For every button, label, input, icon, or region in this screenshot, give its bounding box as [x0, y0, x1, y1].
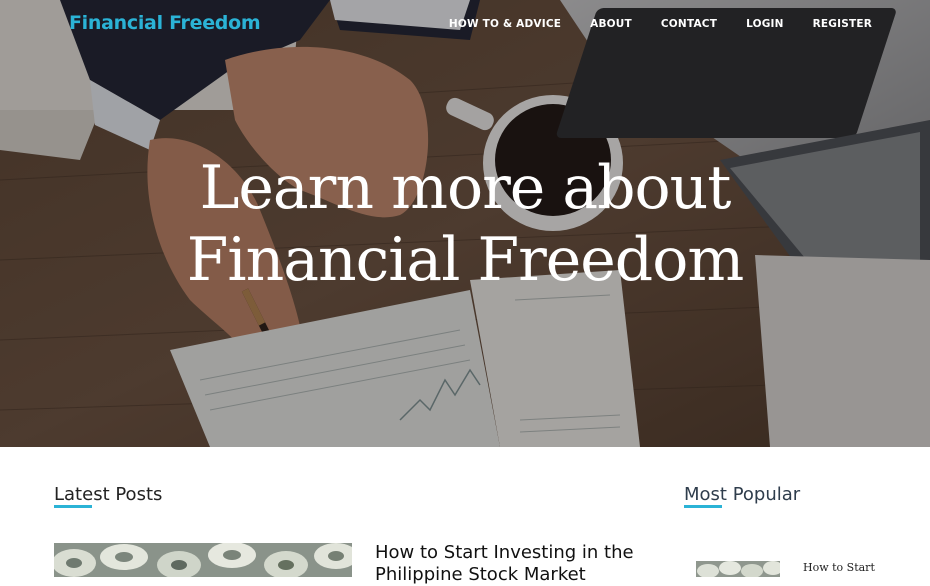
latest-posts-heading: Latest Posts: [54, 484, 163, 505]
latest-post-title[interactable]: How to Start Investing in the Philippine…: [375, 542, 675, 586]
hero-headline-line-2: Financial Freedom: [186, 225, 744, 295]
popular-post-thumbnail[interactable]: [696, 561, 780, 577]
nav-register[interactable]: REGISTER: [813, 18, 872, 30]
popular-money-image: [696, 561, 780, 577]
site-logo[interactable]: Financial Freedom: [69, 12, 261, 34]
hero-banner: Financial Freedom HOW TO & ADVICE ABOUT …: [0, 0, 930, 447]
latest-posts-underline: [54, 505, 92, 508]
nav-login[interactable]: LOGIN: [746, 18, 784, 30]
latest-post-thumbnail[interactable]: [54, 543, 352, 577]
hero-headline: Learn more about Financial Freedom: [0, 152, 930, 296]
hero-headline-line-1: Learn more about: [199, 153, 732, 223]
nav-about[interactable]: ABOUT: [590, 18, 632, 30]
nav-how-to-advice[interactable]: HOW TO & ADVICE: [449, 18, 561, 30]
main-navigation: HOW TO & ADVICE ABOUT CONTACT LOGIN REGI…: [449, 18, 872, 30]
most-popular-heading: Most Popular: [684, 484, 801, 505]
most-popular-underline: [684, 505, 722, 508]
popular-post-title[interactable]: How to Start: [803, 561, 875, 574]
money-rolls-image: [54, 543, 352, 577]
nav-contact[interactable]: CONTACT: [661, 18, 717, 30]
